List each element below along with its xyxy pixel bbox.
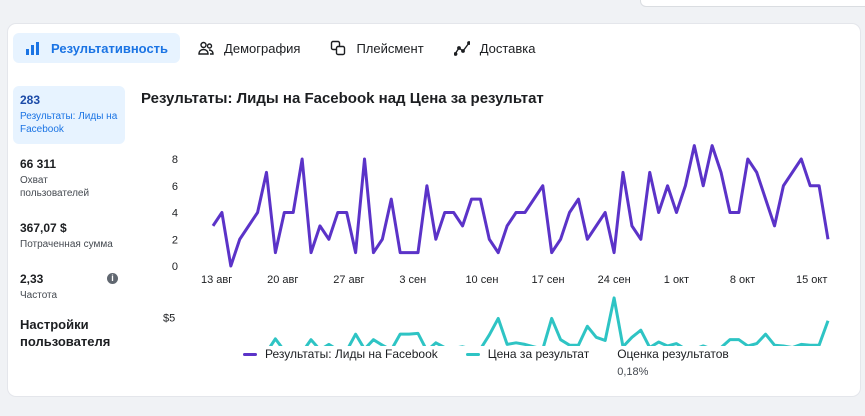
metric-value: 367,07 $: [20, 221, 67, 235]
legend-item-cost[interactable]: Цена за результат: [465, 347, 590, 378]
y-tick-label: 0: [172, 261, 178, 273]
bar-chart-icon: [26, 42, 39, 55]
x-tick-label: 20 авг: [267, 274, 298, 286]
metric-label: Частота: [20, 290, 58, 301]
tab-bar: Результативность Демография Плейсмент До…: [13, 33, 548, 63]
legend-swatch: [465, 353, 480, 356]
x-tick-label: 24 сен: [598, 274, 631, 286]
metric-value: 283: [20, 93, 41, 107]
legend-swatch: [243, 353, 257, 356]
x-tick-label: 10 сен: [465, 274, 498, 286]
legend-item-results[interactable]: Результаты: Лиды на Facebook: [243, 347, 438, 378]
legend-item-estimate: Оценка результатов 0,18%: [617, 347, 729, 378]
metric-value: 2,33: [20, 272, 44, 286]
x-tick-label: 3 сен: [399, 274, 426, 286]
metric-label: Потраченная сумма: [20, 239, 113, 250]
top-bar: [0, 0, 865, 18]
series-line-cost: [268, 296, 830, 346]
x-tick-label: 17 сен: [532, 274, 565, 286]
tab-label: Доставка: [479, 40, 536, 56]
tab-performance[interactable]: Результативность: [13, 33, 181, 63]
y-tick-label: 4: [172, 208, 178, 220]
insights-card: Результативность Демография Плейсмент До…: [8, 24, 860, 396]
tab-label: Плейсмент: [356, 40, 424, 56]
chart-title: Результаты: Лиды на Facebook над Цена за…: [141, 90, 544, 107]
combined-chart: 0 2 4 6 8 13 авг 20 авг 27 авг 3 сен 10 сен 17 сен…: [163, 144, 830, 346]
people-icon: [198, 41, 214, 55]
placement-icon: [331, 40, 346, 56]
metric-frequency[interactable]: 2,33 i Частота: [13, 265, 125, 310]
tab-placement[interactable]: Плейсмент: [318, 33, 435, 63]
metric-results[interactable]: 283 Результаты: Лиды на Facebook: [13, 86, 125, 144]
chart-legend: Результаты: Лиды на Facebook Цена за рез…: [243, 347, 729, 378]
metric-label: Результаты: Лиды на Facebook: [20, 111, 118, 135]
user-settings-link[interactable]: Настройки пользователя: [13, 316, 125, 350]
series-line-results: [211, 144, 830, 268]
metrics-sidebar: 283 Результаты: Лиды на Facebook 66 311 …: [13, 86, 125, 350]
tab-label: Демография: [224, 40, 301, 56]
x-tick-label: 27 авг: [333, 274, 364, 286]
metric-reach[interactable]: 66 311 Охват пользователей: [13, 150, 125, 208]
y-tick-label: 2: [172, 234, 178, 246]
y-tick-label: $5: [163, 313, 175, 325]
trend-icon: [453, 41, 470, 56]
legend-value: 0,18%: [617, 366, 649, 378]
legend-label: Цена за результат: [487, 347, 590, 361]
tab-label: Результативность: [51, 40, 169, 56]
x-tick-label: 8 окт: [730, 274, 755, 286]
y-tick-label: 8: [172, 154, 178, 166]
info-icon[interactable]: i: [107, 273, 118, 284]
top-search-field[interactable]: [640, 0, 865, 7]
x-tick-label: 1 окт: [664, 274, 689, 286]
tab-demographics[interactable]: Демография: [186, 33, 312, 63]
metric-spend[interactable]: 367,07 $ Потраченная сумма: [13, 214, 125, 259]
x-tick-label: 13 авг: [201, 274, 232, 286]
y-tick-label: 6: [172, 181, 178, 193]
legend-label: Результаты: Лиды на Facebook: [265, 347, 438, 361]
legend-label: Оценка результатов: [617, 347, 729, 361]
metric-label: Охват пользователей: [20, 175, 90, 199]
x-tick-label: 15 окт: [796, 274, 827, 286]
tab-delivery[interactable]: Доставка: [442, 33, 548, 63]
metric-value: 66 311: [20, 157, 57, 171]
